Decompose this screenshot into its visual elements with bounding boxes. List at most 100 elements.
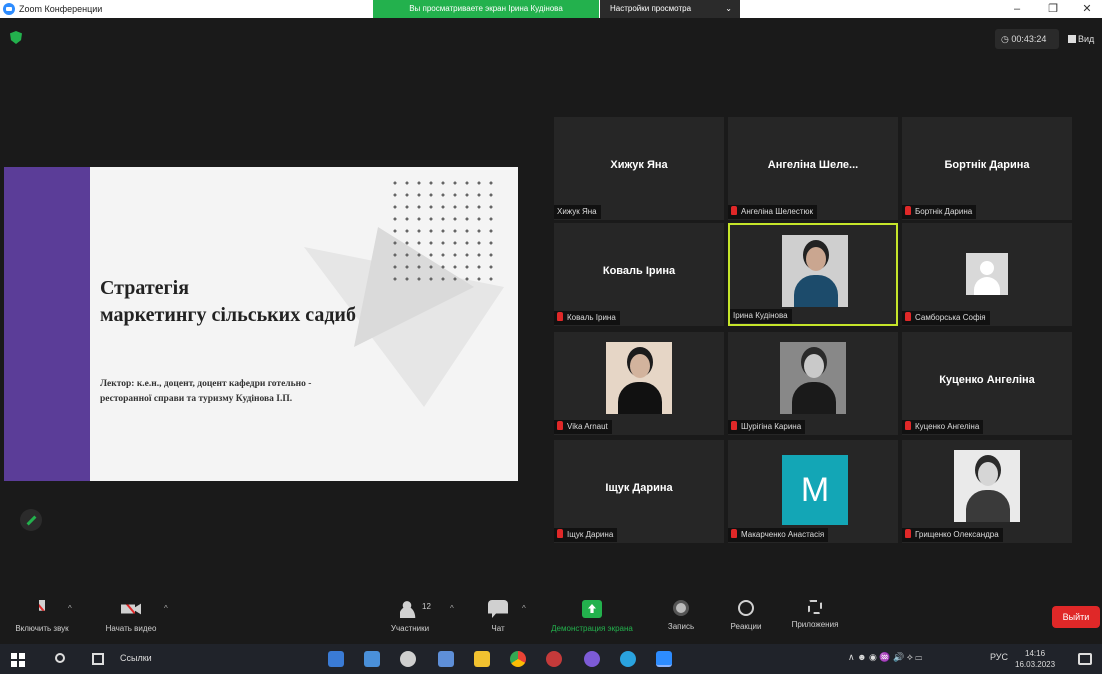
- participant-tile[interactable]: Коваль Ірина Коваль Ірина: [554, 223, 724, 326]
- reactions-button[interactable]: Реакции: [722, 592, 770, 644]
- chat-icon: [488, 600, 508, 618]
- participant-tile[interactable]: Ірина Кудінова: [728, 223, 898, 326]
- mic-muted-icon: [557, 529, 563, 538]
- view-options-dropdown[interactable]: Настройки просмотра ⌄: [600, 0, 740, 18]
- default-avatar-icon: [966, 253, 1008, 295]
- chat-button[interactable]: Чат: [478, 592, 518, 644]
- app-icon-7[interactable]: [546, 651, 562, 667]
- record-icon: [673, 600, 689, 616]
- participant-display-name: Іщук Дарина: [605, 482, 673, 494]
- links-toolbar[interactable]: Ссылки: [120, 653, 152, 663]
- participant-name: Vika Arnaut: [567, 422, 608, 431]
- participant-tile[interactable]: Куценко Ангеліна Куценко Ангеліна: [902, 332, 1072, 435]
- participant-display-name: Хижук Яна: [610, 159, 668, 171]
- chrome-icon[interactable]: [510, 651, 526, 667]
- language-indicator[interactable]: РУС: [990, 652, 1008, 662]
- start-video-button[interactable]: Начать видео: [92, 592, 170, 644]
- mic-muted-icon: [731, 421, 737, 430]
- participant-tile[interactable]: Ангеліна Шеле... Ангеліна Шелестюк: [728, 117, 898, 220]
- viber-icon[interactable]: [584, 651, 600, 667]
- folder-icon[interactable]: [474, 651, 490, 667]
- start-video-label: Начать видео: [105, 624, 157, 633]
- maximize-button[interactable]: ❐: [1038, 0, 1068, 18]
- notifications-icon[interactable]: [1078, 653, 1092, 665]
- participant-tile[interactable]: Шурігіна Карина: [728, 332, 898, 435]
- participant-tile[interactable]: Іщук Дарина Іщук Дарина: [554, 440, 724, 543]
- apps-button[interactable]: Приложения: [782, 592, 848, 644]
- participant-name-tag: Самборська Софія: [902, 311, 990, 325]
- participant-tile[interactable]: M Макарченко Анастасія: [728, 440, 898, 543]
- app-icon-1[interactable]: [328, 651, 344, 667]
- participant-tile[interactable]: Самборська Софія: [902, 223, 1072, 326]
- participant-name-tag: Шурігіна Карина: [728, 420, 806, 434]
- chevron-up-icon[interactable]: ^: [450, 604, 454, 613]
- participant-tile[interactable]: Бортнік Дарина Бортнік Дарина: [902, 117, 1072, 220]
- app-icon-2[interactable]: [364, 651, 380, 667]
- chevron-up-icon[interactable]: ^: [164, 604, 168, 613]
- window-title: Zoom Конференции: [19, 4, 103, 14]
- participant-tile[interactable]: Хижук Яна Хижук Яна: [554, 117, 724, 220]
- participants-button[interactable]: Участники: [380, 592, 440, 644]
- task-view-icon[interactable]: [92, 653, 104, 665]
- share-screen-button[interactable]: Демонстрация экрана: [538, 592, 646, 644]
- unmute-button[interactable]: Включить звук: [4, 592, 80, 644]
- reactions-icon: [738, 600, 754, 616]
- slide-lecturer: Лектор: к.е.н., доцент, доцент кафедри г…: [100, 377, 311, 407]
- windows-start-icon[interactable]: [11, 653, 25, 667]
- security-shield-icon[interactable]: [10, 31, 22, 44]
- mic-muted-icon: [557, 421, 563, 430]
- participant-name: Хижук Яна: [557, 207, 597, 216]
- slide-dot-pattern: [389, 177, 499, 287]
- mic-muted-icon: [905, 529, 911, 538]
- participant-name-tag: Ангеліна Шелестюк: [728, 205, 818, 219]
- participant-name-tag: Vika Arnaut: [554, 420, 612, 434]
- clock-time: 14:16: [1025, 649, 1046, 658]
- chevron-up-icon[interactable]: ^: [68, 604, 72, 613]
- participants-count: 12: [422, 602, 431, 611]
- chevron-up-icon[interactable]: ^: [522, 604, 526, 613]
- clock-date: 16.03.2023: [1015, 660, 1056, 669]
- participant-video: [782, 235, 848, 307]
- leave-button[interactable]: Выйти: [1052, 606, 1100, 628]
- participant-tile[interactable]: Vika Arnaut: [554, 332, 724, 435]
- mic-muted-icon: [731, 529, 737, 538]
- meeting-timer: ◷ 00:43:24: [995, 29, 1059, 49]
- search-icon[interactable]: [55, 653, 65, 663]
- taskbar-clock[interactable]: 14:16 16.03.2023: [1015, 648, 1055, 670]
- participant-tile[interactable]: Грищенко Олександра: [902, 440, 1072, 543]
- participant-name-tag: Коваль Ірина: [554, 311, 620, 325]
- mic-muted-icon: [905, 312, 911, 321]
- mic-muted-icon: [905, 206, 911, 215]
- share-screen-label: Демонстрация экрана: [551, 624, 633, 633]
- telegram-icon[interactable]: [620, 651, 636, 667]
- slide-lecturer-line: ресторанної справи та туризму Кудінова І…: [100, 394, 293, 404]
- participant-display-name: Ангеліна Шеле...: [767, 159, 859, 171]
- app-icon-4[interactable]: [438, 651, 454, 667]
- title-bar: Zoom Конференции Вы просматриваете экран…: [0, 0, 1102, 18]
- mic-muted-icon: [905, 421, 911, 430]
- participant-display-name: Бортнік Дарина: [944, 159, 1030, 171]
- participant-video: [606, 342, 672, 414]
- mic-muted-icon: [731, 206, 737, 215]
- participant-name: Коваль Ірина: [567, 313, 616, 322]
- apps-icon: [808, 600, 822, 614]
- zoom-taskbar-icon[interactable]: [656, 651, 672, 667]
- participant-display-name: Коваль Ірина: [602, 265, 676, 277]
- participant-name-tag: Куценко Ангеліна: [902, 420, 984, 434]
- close-button[interactable]: ✕: [1072, 0, 1102, 18]
- participant-video: [780, 342, 846, 414]
- participant-name: Куценко Ангеліна: [915, 422, 980, 431]
- participant-name: Бортнік Дарина: [915, 207, 973, 216]
- minimize-button[interactable]: –: [1002, 0, 1032, 18]
- clock-icon: ◷: [1001, 34, 1012, 44]
- view-button[interactable]: Вид: [1068, 29, 1102, 49]
- settings-icon[interactable]: [400, 651, 416, 667]
- participant-initial-avatar: M: [782, 455, 848, 525]
- slide-title-line: маркетингу сільських садиб: [100, 304, 356, 326]
- system-tray-icons[interactable]: ∧ ☻ ◉ ♒ 🔊 ⟡ ▭: [848, 652, 922, 663]
- annotate-pencil-icon[interactable]: [20, 509, 42, 531]
- meeting-toolbar: Включить звук ^ Начать видео ^ Участники…: [0, 592, 1102, 644]
- record-button[interactable]: Запись: [658, 592, 704, 644]
- mic-muted-icon: [557, 312, 563, 321]
- apps-label: Приложения: [791, 620, 839, 629]
